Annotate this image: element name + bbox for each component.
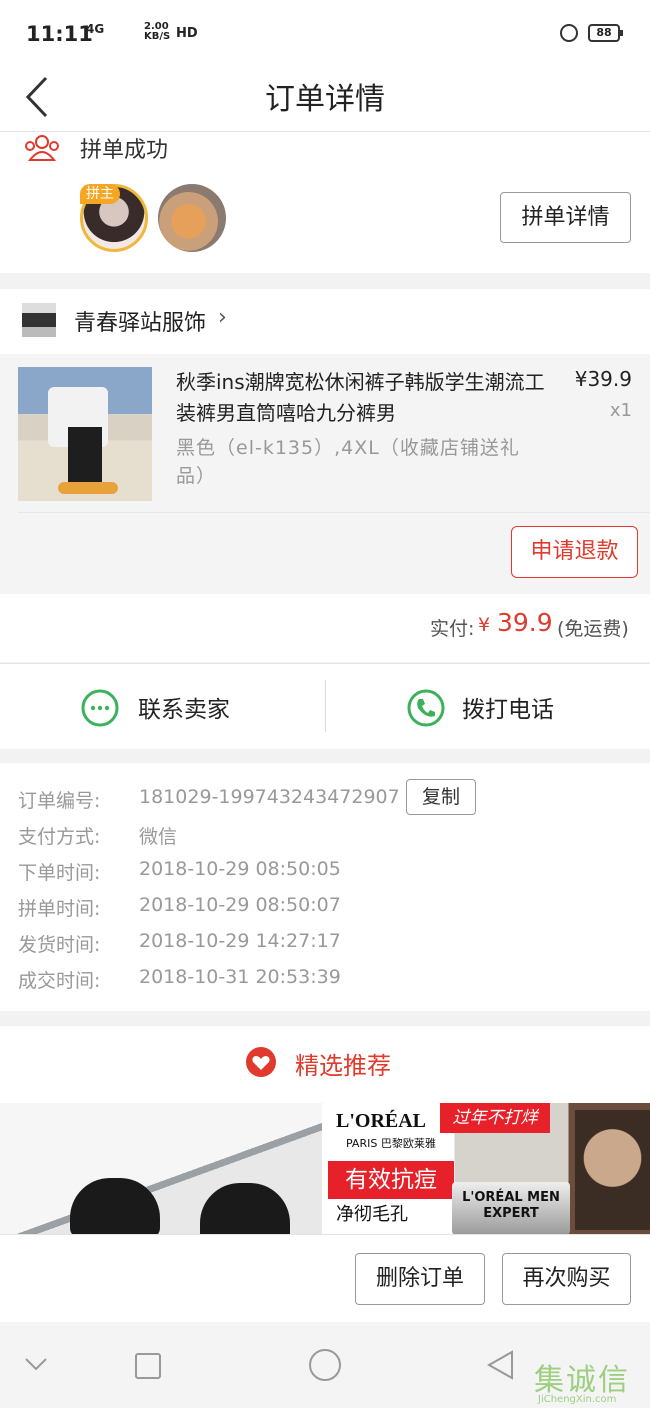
watermark: 集诚信 [534, 1363, 630, 1398]
call-phone-button[interactable]: 拨打电话 [462, 690, 554, 724]
shop-name[interactable]: 青春驿站服饰 [74, 305, 206, 337]
refund-button[interactable]: 申请退款 [511, 526, 638, 578]
ad-brand-sub: PARIS 巴黎欧莱雅 [346, 1137, 436, 1150]
ad-product: L'ORÉAL MEN EXPERT [452, 1182, 570, 1235]
shoe-shape [70, 1178, 160, 1235]
contact-divider [325, 680, 326, 732]
nav-bar: 订单详情 [0, 64, 650, 132]
ad-brand: L'ORÉAL [336, 1110, 427, 1132]
product-spec: 黑色（el-k135）,4XL（收藏店铺送礼品） [176, 437, 520, 487]
payment-method-label: 支付方式: [18, 826, 101, 848]
order-number-value: 181029-199743243472907 [139, 786, 400, 808]
ad-headline: 有效抗痘 [328, 1161, 454, 1199]
heart-icon [246, 1047, 276, 1077]
product-price: ¥39.9 [574, 367, 632, 391]
deal-time-label: 成交时间: [18, 970, 101, 992]
deal-time-value: 2018-10-31 20:53:39 [139, 966, 341, 988]
group-people-icon [25, 135, 59, 161]
product-image[interactable] [18, 367, 152, 501]
back-triangle-icon[interactable] [486, 1350, 516, 1380]
group-detail-button[interactable]: 拼单详情 [500, 192, 631, 243]
page-title: 订单详情 [265, 82, 385, 117]
ad-subline: 净彻毛孔 [336, 1204, 408, 1225]
shoe-shape [200, 1183, 290, 1235]
item-divider [18, 512, 650, 513]
home-circle-icon[interactable] [308, 1348, 342, 1382]
copy-button[interactable]: 复制 [406, 779, 476, 815]
recommend-title: 精选推荐 [295, 1052, 391, 1080]
group-status: 拼单成功 [80, 138, 169, 163]
rebuy-button[interactable]: 再次购买 [502, 1253, 631, 1305]
network-speed-unit: KB/S [144, 31, 171, 42]
signal-icon: 4G [86, 22, 105, 36]
order-number-label: 订单编号: [18, 790, 101, 812]
ad-tag: 过年不打烊 [440, 1103, 550, 1133]
paid-amount: 39.9 [497, 608, 553, 637]
phone-icon[interactable] [406, 688, 446, 728]
group-time-value: 2018-10-29 08:50:07 [139, 894, 341, 916]
chat-bubble-icon[interactable] [80, 688, 120, 728]
paid-currency: ¥ [478, 614, 491, 636]
chevron-right-icon[interactable]: › [218, 305, 227, 330]
product-quantity: x1 [609, 400, 632, 421]
ad-face [575, 1110, 650, 1230]
shop-avatar[interactable] [22, 303, 56, 337]
ship-time-label: 发货时间: [18, 934, 101, 956]
battery-icon: 88 [588, 24, 623, 42]
host-badge: 拼主 [80, 184, 120, 204]
recommend-item-shoes[interactable] [0, 1103, 322, 1235]
payment-method-value: 微信 [139, 826, 178, 848]
contact-seller-button[interactable]: 联系卖家 [138, 690, 230, 724]
hd-icon: HD [176, 26, 198, 41]
order-time-value: 2018-10-29 08:50:05 [139, 858, 341, 880]
status-bar: 11:11 4G 2.00 KB/S HD 88 [0, 0, 650, 64]
delete-order-button[interactable]: 删除订单 [355, 1253, 485, 1305]
paid-label: 实付: [430, 618, 475, 640]
order-time-label: 下单时间: [18, 862, 101, 884]
lock-rotation-icon [560, 24, 578, 42]
ship-time-value: 2018-10-29 14:27:17 [139, 930, 341, 952]
avatar-member [158, 184, 226, 252]
product-title[interactable]: 秋季ins潮牌宽松休闲裤子韩版学生潮流工装裤男直筒嘻哈九分裤男 [176, 367, 548, 429]
shipping-note: (免运费) [557, 618, 629, 640]
group-time-label: 拼单时间: [18, 898, 101, 920]
status-time: 11:11 [26, 22, 93, 46]
chevron-down-icon[interactable] [24, 1356, 48, 1372]
watermark-sub: JiChengXin.com [538, 1394, 617, 1405]
recents-square-icon[interactable] [134, 1352, 162, 1380]
network-speed: 2.00 KB/S [144, 22, 170, 42]
